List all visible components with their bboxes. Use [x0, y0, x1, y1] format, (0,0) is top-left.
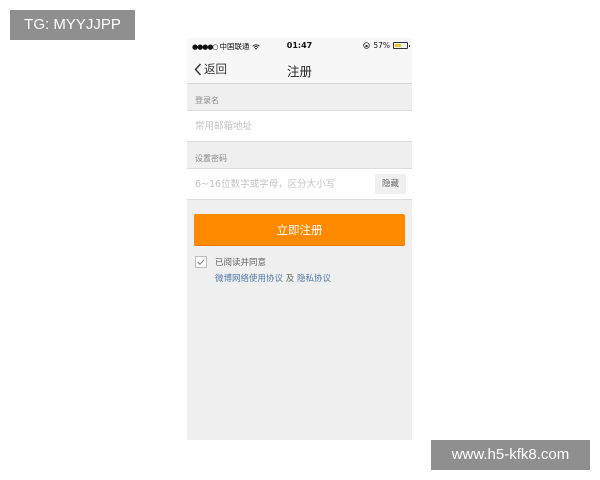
phone-screen: ●●●●○ 中国联通 01:47 57% 返回 注册 登录名 常用邮箱地址 设置… [187, 38, 412, 440]
password-field-row: 隐藏 [187, 168, 412, 200]
checkmark-icon [197, 259, 205, 265]
hide-password-button[interactable]: 隐藏 [375, 174, 406, 194]
agreement-checkbox[interactable] [195, 256, 207, 268]
watermark-bottom-right: www.h5-kfk8.com [431, 440, 590, 470]
password-input[interactable] [195, 169, 365, 199]
navigation-bar: 返回 注册 [187, 54, 412, 84]
terms-link[interactable]: 微博网络使用协议 [215, 274, 283, 284]
privacy-link[interactable]: 隐私协议 [297, 274, 331, 284]
watermark-top-left: TG: MYYJJPP [10, 10, 135, 40]
page-title: 注册 [286, 64, 312, 79]
agreement-text: 已阅读并同意 [215, 258, 267, 268]
register-button[interactable]: 立即注册 [194, 214, 405, 246]
battery-percent: 57% [373, 41, 390, 50]
battery-icon [393, 42, 410, 49]
username-label: 登录名 [195, 96, 219, 105]
username-field-row [187, 110, 412, 142]
agreement-connector: 及 [285, 274, 295, 284]
password-label: 设置密码 [195, 154, 227, 163]
status-bar: ●●●●○ 中国联通 01:47 57% [187, 38, 412, 54]
orientation-lock-icon [363, 42, 370, 49]
battery-fill [395, 44, 401, 47]
username-input[interactable] [195, 111, 395, 141]
